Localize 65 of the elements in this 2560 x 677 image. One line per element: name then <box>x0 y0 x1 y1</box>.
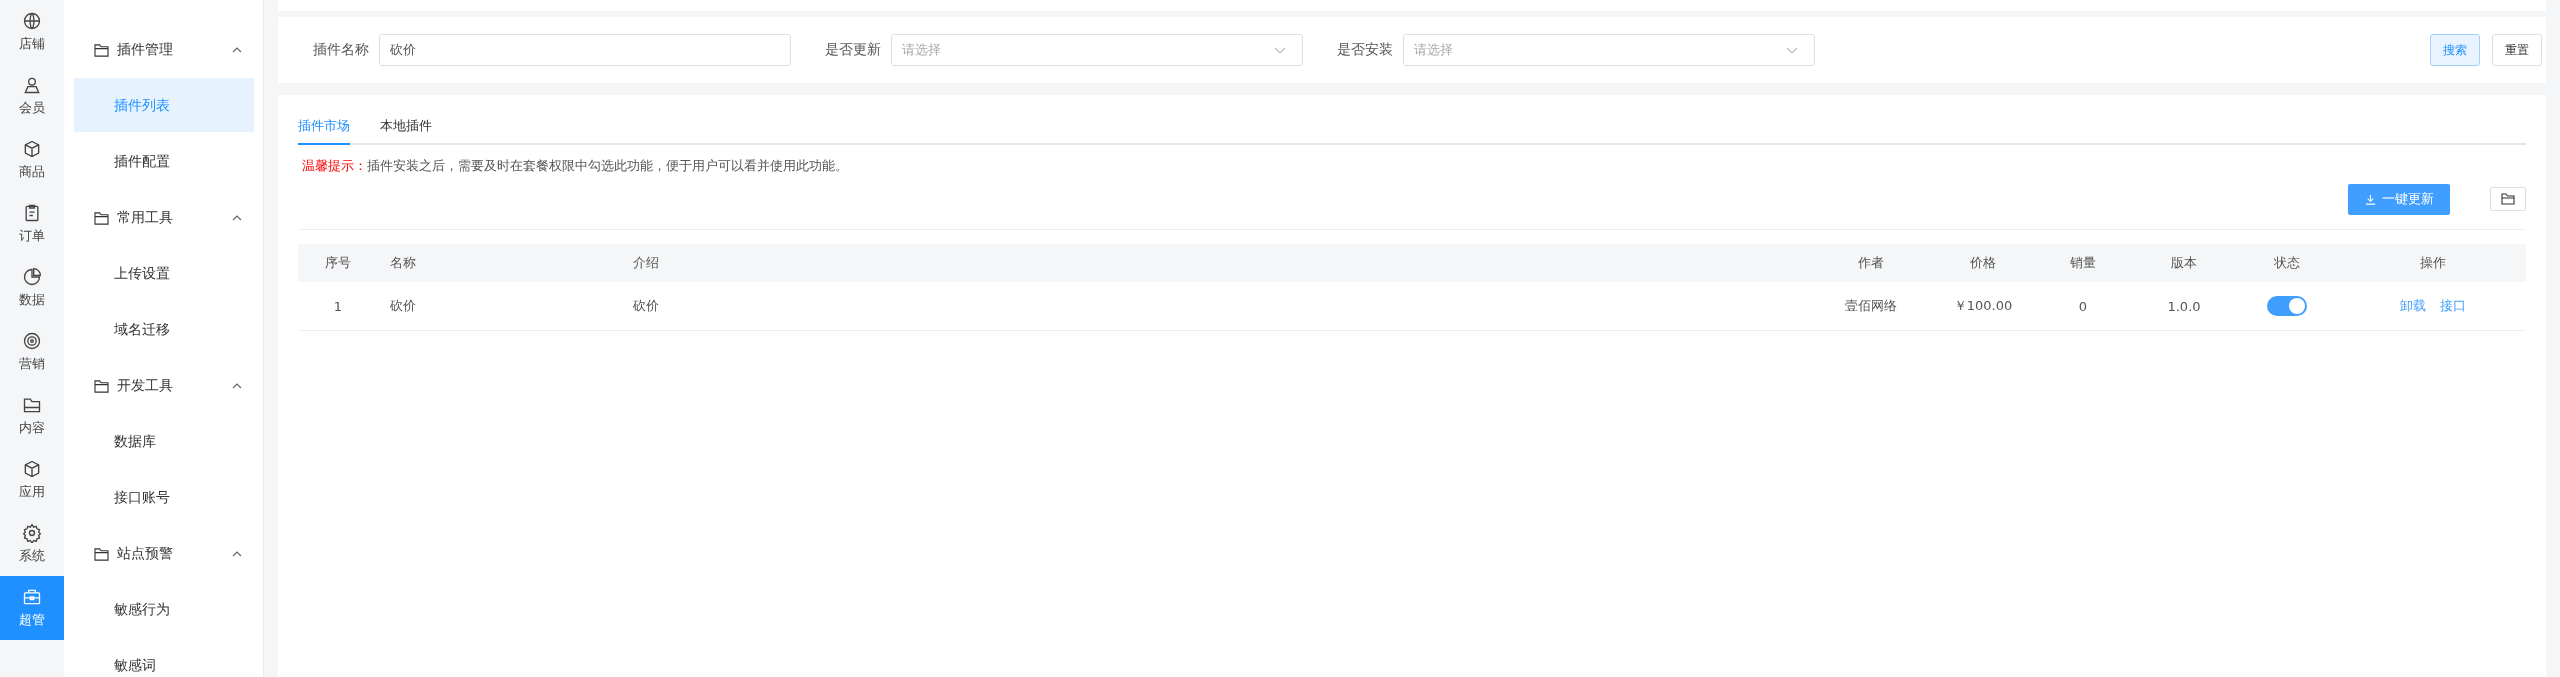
menu-group-header[interactable]: 常用工具 <box>74 190 254 246</box>
toolbox-icon <box>22 587 42 607</box>
submenu-item[interactable]: 接口账号 <box>74 470 254 524</box>
menu-group-header[interactable]: 开发工具 <box>74 358 254 414</box>
caret-icon <box>1786 46 1798 54</box>
notice-text: 温馨提示：插件安装之后，需要及时在套餐权限中勾选此功能，便于用户可以看并使用此功能。 <box>302 157 849 175</box>
column-header: 状态 <box>2273 254 2301 272</box>
rail-item[interactable]: 数据 <box>0 256 64 320</box>
folder-icon <box>94 379 109 393</box>
menu-group-header[interactable]: 插件管理 <box>74 22 254 78</box>
table-cell-text: ￥100.00 <box>1952 297 2014 315</box>
table-cell-text: 0 <box>2077 298 2089 314</box>
field-label: 插件名称 <box>313 41 369 59</box>
column-header: 价格 <box>1969 254 1997 272</box>
submenu-item[interactable]: 上传设置 <box>74 246 254 300</box>
caret-icon <box>1274 46 1286 54</box>
folder-button[interactable] <box>2490 187 2526 211</box>
caret-icon <box>232 215 242 221</box>
submenu-item[interactable]: 插件配置 <box>74 134 254 188</box>
rail-item[interactable]: 营销 <box>0 320 64 384</box>
rail-item[interactable]: 内容 <box>0 384 64 448</box>
rail-item[interactable]: 系统 <box>0 512 64 576</box>
field-label: 是否安装 <box>1337 41 1393 59</box>
caret-icon <box>232 383 242 389</box>
caret-icon <box>232 47 242 53</box>
menu-group-header[interactable]: 站点预警 <box>74 526 254 582</box>
rail-item[interactable]: 会员 <box>0 64 64 128</box>
submenu-item[interactable]: 敏感词 <box>74 638 254 677</box>
column-header: 版本 <box>2170 254 2198 272</box>
column-header: 销量 <box>2069 254 2097 272</box>
submenu-item[interactable]: 敏感行为 <box>74 582 254 636</box>
globe-icon <box>22 11 42 31</box>
column-header: 名称 <box>389 254 417 272</box>
folder-icon <box>2501 193 2515 205</box>
rail-item[interactable]: 应用 <box>0 448 64 512</box>
rail-item[interactable]: 商品 <box>0 128 64 192</box>
input-field[interactable]: 砍价 <box>379 34 791 66</box>
folder-icon <box>94 211 109 225</box>
tab[interactable]: 本地插件 <box>380 111 432 145</box>
download-icon <box>2364 193 2376 205</box>
column-header: 介绍 <box>633 254 660 272</box>
rail-item[interactable]: 订单 <box>0 192 64 256</box>
user-icon <box>22 75 42 95</box>
reset-button[interactable]: 重置 <box>2492 34 2542 66</box>
column-header: 序号 <box>324 254 352 272</box>
box-icon <box>22 459 42 479</box>
caret-icon <box>232 551 242 557</box>
field-label: 是否更新 <box>825 41 881 59</box>
rail-item[interactable]: 店铺 <box>0 0 64 64</box>
table-cell-text: 砍价 <box>389 297 417 315</box>
target-icon <box>22 331 42 351</box>
submenu-item[interactable]: 域名迁移 <box>74 302 254 356</box>
gear-icon <box>22 523 42 543</box>
folder-icon <box>94 547 109 561</box>
table-cell-text: 1 <box>332 298 344 314</box>
submenu-item[interactable]: 数据库 <box>74 414 254 468</box>
table-cell-text: 1.0.0 <box>2166 298 2202 314</box>
table-cell-text: 砍价 <box>633 297 660 315</box>
table-cell-text: 壹佰网络 <box>1843 297 1898 315</box>
column-header: 作者 <box>1856 254 1885 272</box>
pie-icon <box>22 267 42 287</box>
column-header: 操作 <box>2418 254 2447 272</box>
toggle-switch[interactable] <box>2267 296 2307 316</box>
box-icon <box>22 139 42 159</box>
folder-icon <box>94 43 109 57</box>
